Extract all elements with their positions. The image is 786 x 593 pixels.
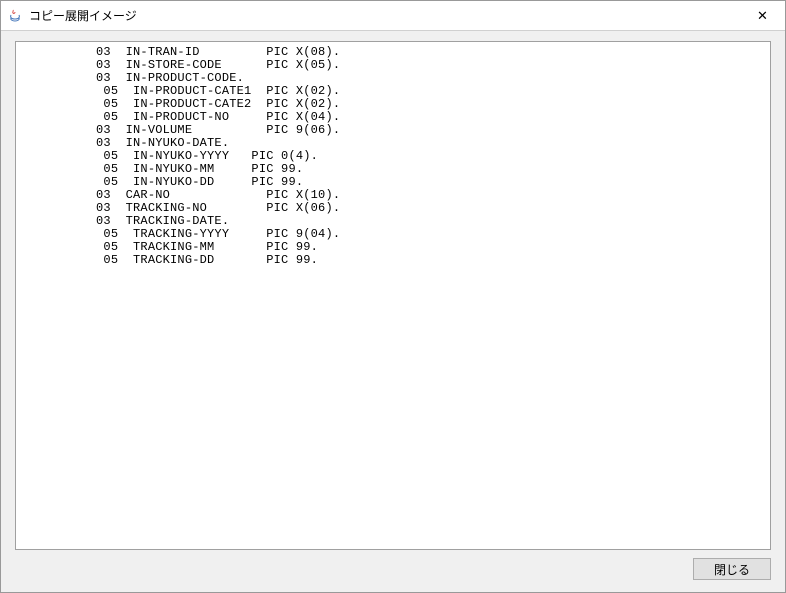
close-icon: ✕ xyxy=(757,8,768,24)
window-close-button[interactable]: ✕ xyxy=(740,1,785,30)
window-titlebar: コピー展開イメージ ✕ xyxy=(1,1,785,31)
code-preview-panel[interactable]: 03 IN-TRAN-ID PIC X(08). 03 IN-STORE-COD… xyxy=(15,41,771,550)
java-app-icon xyxy=(7,8,23,24)
window-title: コピー展開イメージ xyxy=(29,7,740,24)
code-text: 03 IN-TRAN-ID PIC X(08). 03 IN-STORE-COD… xyxy=(22,46,764,267)
close-button[interactable]: 閉じる xyxy=(693,558,771,580)
content-area: 03 IN-TRAN-ID PIC X(08). 03 IN-STORE-COD… xyxy=(1,31,785,592)
button-row: 閉じる xyxy=(15,550,771,584)
